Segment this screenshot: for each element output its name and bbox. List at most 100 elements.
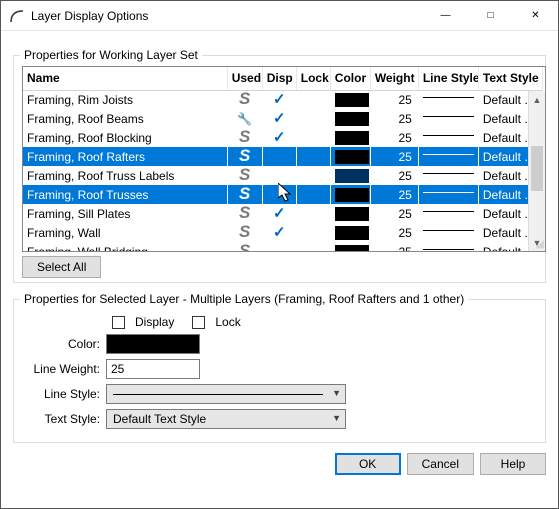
col-color[interactable]: Color (330, 67, 370, 90)
cell-disp[interactable]: ✓ (262, 223, 296, 242)
cell-name: Framing, Sill Plates (23, 204, 227, 223)
table-row[interactable]: Framing, Roof BlockingS✓25Default Te... (23, 128, 543, 147)
cell-color[interactable] (330, 185, 370, 204)
cell-lock[interactable] (296, 90, 330, 109)
line-style-dropdown[interactable]: ▼ (106, 384, 346, 404)
cell-disp[interactable]: ✓ (262, 204, 296, 223)
cell-disp[interactable]: ✓ (262, 109, 296, 128)
used-glyph: S (239, 204, 250, 222)
cell-disp[interactable] (262, 147, 296, 166)
cell-lock[interactable] (296, 109, 330, 128)
cell-used[interactable]: 🔧 (227, 109, 262, 128)
cell-name: Framing, Roof Rafters (23, 147, 227, 166)
cell-linestyle[interactable] (418, 242, 478, 252)
cell-color[interactable] (330, 166, 370, 185)
color-input[interactable] (106, 334, 200, 354)
help-button[interactable]: Help (480, 453, 546, 475)
cell-color[interactable] (330, 147, 370, 166)
select-all-button[interactable]: Select All (22, 256, 101, 278)
scroll-up-icon[interactable]: ▲ (529, 91, 545, 108)
close-button[interactable]: ✕ (513, 1, 558, 31)
cell-used[interactable]: S (227, 223, 262, 242)
minimize-button[interactable]: — (423, 1, 468, 31)
cell-lock[interactable] (296, 185, 330, 204)
cell-linestyle[interactable] (418, 128, 478, 147)
col-linestyle[interactable]: Line Style (418, 67, 478, 90)
cell-linestyle[interactable] (418, 223, 478, 242)
table-row[interactable]: Framing, Roof TrussesS25Default Te... (23, 185, 543, 204)
lock-label: Lock (215, 315, 240, 329)
used-glyph: S (239, 185, 250, 203)
cell-linestyle[interactable] (418, 109, 478, 128)
cell-disp[interactable] (262, 185, 296, 204)
cell-used[interactable]: S (227, 242, 262, 252)
cell-used[interactable]: S (227, 185, 262, 204)
cell-used[interactable]: S (227, 166, 262, 185)
color-label: Color: (22, 337, 100, 351)
ok-button[interactable]: OK (335, 453, 401, 475)
table-row[interactable]: Framing, Rim JoistsS✓25Default Te... (23, 90, 543, 109)
cell-lock[interactable] (296, 128, 330, 147)
wrench-icon: 🔧 (237, 112, 252, 126)
cell-lock[interactable] (296, 223, 330, 242)
cell-disp[interactable]: ✓ (262, 90, 296, 109)
col-used[interactable]: Used (227, 67, 262, 90)
col-textstyle[interactable]: Text Style (478, 67, 542, 90)
layer-table[interactable]: Name Used Disp Lock Color Weight Line St… (22, 66, 546, 252)
table-row[interactable]: Framing, Roof RaftersS25Default Te... (23, 147, 543, 166)
table-row[interactable]: Framing, WallS✓25Default Te... (23, 223, 543, 242)
cell-linestyle[interactable] (418, 147, 478, 166)
titlebar: Layer Display Options — □ ✕ (1, 1, 558, 31)
cell-name: Framing, Roof Blocking (23, 128, 227, 147)
app-icon (9, 8, 25, 24)
cell-lock[interactable] (296, 166, 330, 185)
cell-used[interactable]: S (227, 90, 262, 109)
header-row[interactable]: Name Used Disp Lock Color Weight Line St… (23, 67, 543, 90)
cell-disp[interactable] (262, 242, 296, 252)
table-row[interactable]: Framing, Sill PlatesS✓25Default Te... (23, 204, 543, 223)
cell-used[interactable]: S (227, 204, 262, 223)
table-row[interactable]: Framing, Roof Beams🔧✓25Default Te... (23, 109, 543, 128)
col-weight[interactable]: Weight (370, 67, 418, 90)
cell-color[interactable] (330, 242, 370, 252)
cell-used[interactable]: S (227, 147, 262, 166)
vertical-scrollbar[interactable]: ▲ ▼ (528, 91, 545, 251)
cell-weight: 25 (370, 204, 418, 223)
cell-disp[interactable] (262, 166, 296, 185)
cell-linestyle[interactable] (418, 204, 478, 223)
table-row[interactable]: Framing, Wall BridgingS25Default Te... (23, 242, 543, 252)
cell-weight: 25 (370, 223, 418, 242)
cell-linestyle[interactable] (418, 166, 478, 185)
cell-disp[interactable]: ✓ (262, 128, 296, 147)
cell-linestyle[interactable] (418, 185, 478, 204)
cancel-button[interactable]: Cancel (407, 453, 474, 475)
cell-linestyle[interactable] (418, 90, 478, 109)
cell-used[interactable]: S (227, 128, 262, 147)
cell-color[interactable] (330, 204, 370, 223)
cell-color[interactable] (330, 223, 370, 242)
cell-name: Framing, Roof Truss Labels (23, 166, 227, 185)
cell-lock[interactable] (296, 147, 330, 166)
col-disp[interactable]: Disp (262, 67, 296, 90)
chevron-down-icon: ▼ (332, 413, 341, 423)
used-glyph: S (239, 166, 250, 184)
cell-weight: 25 (370, 90, 418, 109)
maximize-button[interactable]: □ (468, 1, 513, 31)
cell-lock[interactable] (296, 204, 330, 223)
scroll-thumb[interactable] (531, 146, 543, 191)
line-weight-input[interactable] (106, 359, 200, 379)
text-style-dropdown[interactable]: Default Text Style ▼ (106, 409, 346, 429)
group2-label: Properties for Selected Layer - Multiple… (20, 292, 468, 306)
resize-grip-icon[interactable]: ◢ (536, 237, 544, 250)
table-row[interactable]: Framing, Roof Truss LabelsS25Default ... (23, 166, 543, 185)
display-checkbox[interactable] (112, 316, 125, 329)
cell-color[interactable] (330, 90, 370, 109)
col-name[interactable]: Name (23, 67, 227, 90)
cell-lock[interactable] (296, 242, 330, 252)
cell-name: Framing, Roof Beams (23, 109, 227, 128)
cell-color[interactable] (330, 109, 370, 128)
cell-name: Framing, Wall (23, 223, 227, 242)
lock-checkbox[interactable] (192, 316, 205, 329)
cell-color[interactable] (330, 128, 370, 147)
col-lock[interactable]: Lock (296, 67, 330, 90)
